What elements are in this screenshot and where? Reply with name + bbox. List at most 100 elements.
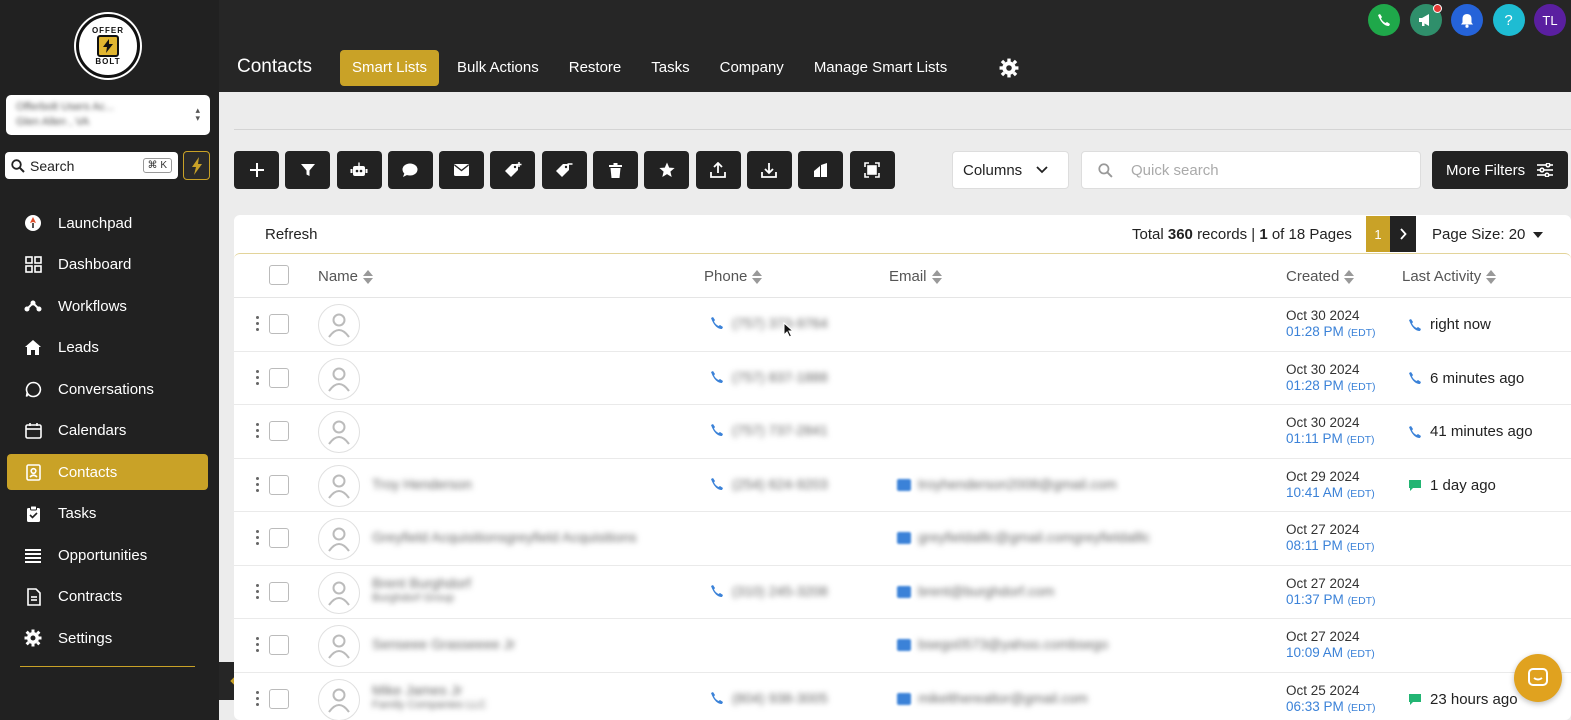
table-row[interactable]: Brent Burghdorf Burghdorf Group (310) 24… (234, 566, 1571, 619)
drag-handle-icon[interactable] (256, 530, 260, 548)
notifications-button[interactable] (1451, 4, 1483, 36)
contact-email[interactable]: greyfieldalllc@gmail.comgreyfieldalllc (918, 529, 1150, 545)
sidebar-item-calendars[interactable]: Calendars (7, 413, 208, 449)
contact-phone[interactable]: (254) 624-9203 (732, 476, 828, 492)
tab-restore[interactable]: Restore (557, 50, 634, 86)
row-checkbox[interactable] (269, 528, 289, 548)
tab-bulk-actions[interactable]: Bulk Actions (445, 50, 551, 86)
contact-email[interactable]: brent@burghdorf.com (918, 583, 1054, 599)
page-1-button[interactable]: 1 (1366, 216, 1390, 252)
merge-button[interactable] (798, 151, 844, 189)
timezone: (EDT) (1347, 380, 1376, 393)
user-avatar[interactable]: TL (1534, 4, 1566, 36)
column-header-phone[interactable]: Phone (704, 268, 763, 285)
sidebar-item-contacts[interactable]: Contacts (7, 454, 208, 490)
announcements-button[interactable] (1409, 4, 1442, 36)
sidebar-item-contracts[interactable]: Contracts (7, 579, 208, 615)
select-all-checkbox[interactable] (269, 265, 289, 285)
contact-phone[interactable]: (757) 373-9764 (732, 315, 828, 331)
drag-handle-icon[interactable] (256, 583, 260, 602)
contact-phone[interactable]: (757) 737-2841 (732, 422, 828, 438)
help-button[interactable]: ? (1492, 4, 1525, 36)
drag-handle-icon[interactable] (256, 690, 260, 709)
scan-button[interactable] (849, 151, 895, 189)
contact-phone[interactable]: (757) 837-1888 (732, 369, 828, 385)
sidebar-search[interactable]: Search ⌘ K (5, 152, 178, 179)
filter-button[interactable] (285, 151, 331, 189)
gear-icon[interactable] (999, 58, 1019, 83)
phone-call-button[interactable] (1368, 4, 1400, 36)
more-filters-button[interactable]: More Filters (1432, 151, 1568, 189)
drag-handle-icon[interactable] (256, 637, 260, 655)
automation-button[interactable] (336, 151, 382, 189)
send-message-button[interactable] (387, 151, 433, 189)
column-header-created[interactable]: Created (1286, 268, 1355, 285)
offerbolt-logo[interactable]: OFFER BOLT (76, 14, 140, 78)
drag-handle-icon[interactable] (256, 476, 260, 495)
support-chat-button[interactable] (1514, 654, 1562, 702)
contact-name[interactable]: Greyfield Acquisitionsgreyfield Acquisit… (372, 529, 637, 545)
table-row[interactable]: Senseee Grasseeee Jr bsego0573@yahoo.com… (234, 619, 1571, 673)
send-email-button[interactable] (439, 151, 485, 189)
table-row[interactable]: (757) 373-9764 Oct 30 2024 01:28 PM (EDT)… (234, 298, 1571, 352)
remove-tag-button[interactable] (541, 151, 587, 189)
phone-icon (1408, 371, 1422, 385)
drag-handle-icon[interactable] (256, 369, 260, 388)
contact-phone[interactable]: (804) 938-3005 (732, 690, 828, 706)
sidebar-item-conversations[interactable]: Conversations (7, 371, 208, 407)
tab-company[interactable]: Company (708, 50, 796, 86)
table-row[interactable]: Mike James Jr Family Companies LLC (804)… (234, 673, 1571, 720)
contact-name[interactable]: Senseee Grasseeee Jr (372, 636, 515, 652)
columns-dropdown[interactable]: Columns (952, 151, 1069, 189)
delete-button[interactable] (593, 151, 639, 189)
page-size-select[interactable]: Page Size: 20 (1432, 226, 1544, 243)
contact-company: Family Companies LLC (372, 698, 487, 711)
row-checkbox[interactable] (269, 635, 289, 655)
tab-manage-smart-lists[interactable]: Manage Smart Lists (802, 50, 959, 86)
favorite-button[interactable] (644, 151, 690, 189)
row-checkbox[interactable] (269, 421, 289, 441)
sidebar-item-workflows[interactable]: Workflows (7, 288, 208, 324)
row-checkbox[interactable] (269, 474, 289, 495)
contact-name[interactable]: Troy Henderson (372, 476, 472, 492)
created-day: Oct 30 2024 (1286, 308, 1360, 323)
add-tag-button[interactable] (490, 151, 536, 189)
contact-phone[interactable]: (310) 245-3208 (732, 583, 828, 599)
table-row[interactable]: Greyfield Acquisitionsgreyfield Acquisit… (234, 512, 1571, 566)
row-checkbox[interactable] (269, 581, 289, 602)
drag-handle-icon[interactable] (256, 423, 260, 441)
quick-actions-button[interactable] (183, 151, 210, 180)
drag-handle-icon[interactable] (256, 316, 260, 334)
tab-tasks[interactable]: Tasks (639, 50, 701, 86)
table-row[interactable]: Troy Henderson (254) 624-9203 troyhender… (234, 459, 1571, 512)
contact-name[interactable]: Mike James Jr (372, 682, 462, 698)
refresh-button[interactable]: Refresh (265, 226, 318, 243)
column-header-name[interactable]: Name (318, 268, 374, 285)
contact-email[interactable]: bsego0573@yahoo.combsego (918, 636, 1108, 652)
table-row[interactable]: (757) 837-1888 Oct 30 2024 01:28 PM (EDT)… (234, 352, 1571, 405)
row-checkbox[interactable] (269, 314, 289, 334)
tab-smart-lists[interactable]: Smart Lists (340, 50, 440, 86)
avatar (318, 464, 360, 507)
export-button[interactable] (695, 151, 741, 189)
row-checkbox[interactable] (269, 688, 289, 709)
quick-search-input[interactable]: Quick search (1081, 151, 1421, 189)
sidebar-item-launchpad[interactable]: Launchpad (7, 205, 208, 241)
contact-email[interactable]: troyhenderson2008@gmail.com (918, 476, 1117, 492)
sidebar-item-leads[interactable]: Leads (7, 330, 208, 366)
sidebar-item-tasks[interactable]: Tasks (7, 496, 208, 532)
column-label: Name (318, 268, 359, 285)
account-switcher[interactable]: Offerbolt Users Ac... Glen Allen , VA ▴ ▾ (6, 95, 210, 135)
next-page-button[interactable] (1390, 216, 1416, 252)
row-checkbox[interactable] (269, 367, 289, 388)
column-header-email[interactable]: Email (889, 268, 942, 285)
sidebar-item-settings[interactable]: Settings (7, 620, 208, 656)
column-header-last-activity[interactable]: Last Activity (1402, 268, 1497, 285)
sidebar-item-dashboard[interactable]: Dashboard (7, 247, 208, 283)
contact-name[interactable]: Brent Burghdorf (372, 575, 471, 591)
import-button[interactable] (746, 151, 792, 189)
table-row[interactable]: (757) 737-2841 Oct 30 2024 01:11 PM (EDT)… (234, 405, 1571, 459)
add-contact-button[interactable] (234, 151, 279, 189)
sidebar-item-opportunities[interactable]: Opportunities (7, 537, 208, 573)
contact-email[interactable]: mikeltherealtor@gmail.com (918, 690, 1088, 706)
